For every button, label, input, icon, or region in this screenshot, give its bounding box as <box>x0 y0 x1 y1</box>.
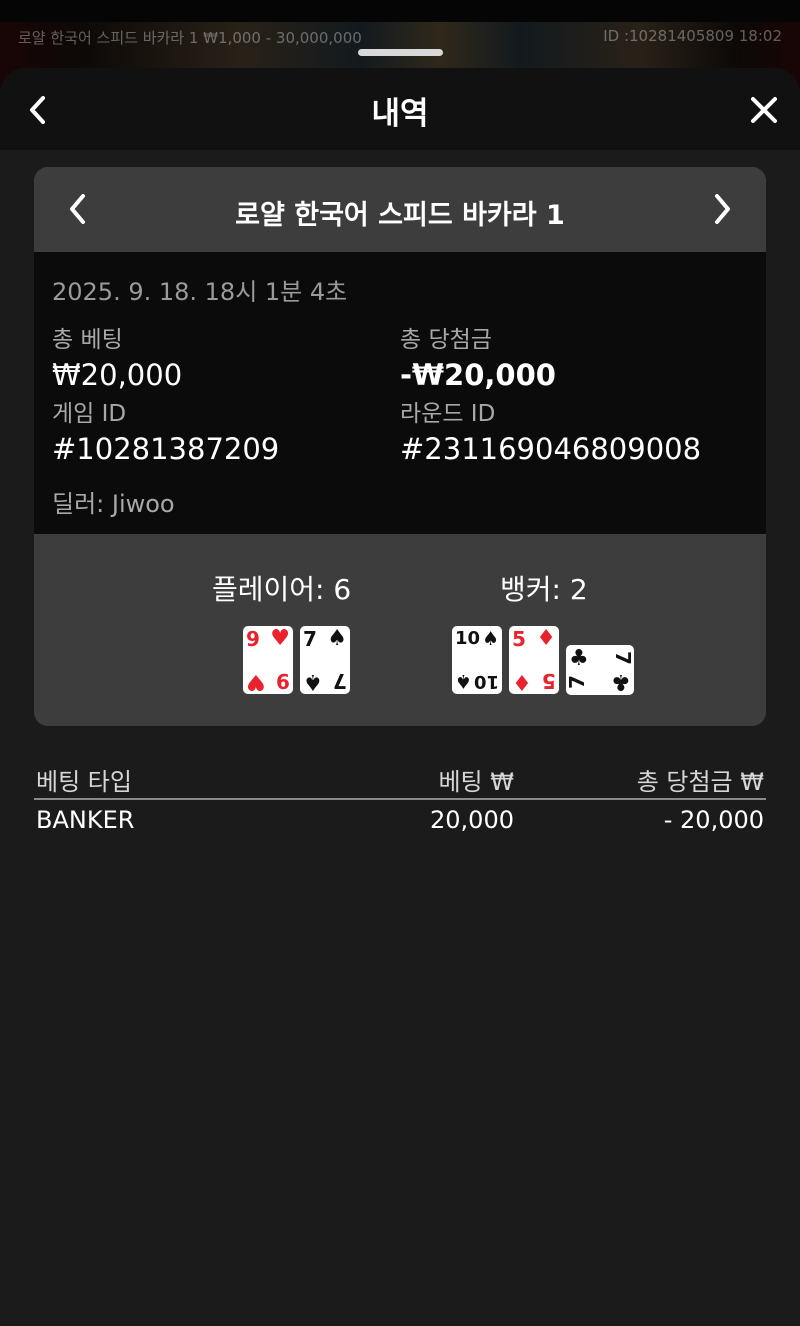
card-rank: 10 <box>473 671 499 692</box>
total-win-cell: - 20,000 <box>663 806 764 834</box>
spade-icon: ♠ <box>481 628 499 650</box>
round-info-text: ID :10281405809 18:02 <box>603 27 782 45</box>
close-button[interactable] <box>746 92 782 128</box>
game-navigation: 로얄 한국어 스피드 바카라 1 <box>34 167 766 252</box>
bet-type-cell: BANKER <box>36 806 135 834</box>
total-bet-label: 총 베팅 <box>52 327 123 353</box>
player-card-1: 9 ♥ ♥ 9 <box>243 626 293 694</box>
banker-score: 뱅커: 2 <box>500 573 588 606</box>
total-win: 총 당첨금 -₩20,000 <box>400 320 556 392</box>
bet-table-header: 베팅 타입 베팅 ₩ 총 당첨금 ₩ <box>34 758 766 800</box>
heart-icon: ♥ <box>246 669 266 694</box>
next-round-button[interactable] <box>704 191 740 227</box>
bet-amount-cell: 20,000 <box>430 806 514 834</box>
status-bar <box>0 0 800 22</box>
bet-table: 베팅 타입 베팅 ₩ 총 당첨금 ₩ BANKER 20,000 - 20,00… <box>34 758 766 842</box>
heart-icon: ♥ <box>270 626 290 651</box>
card-rank: 9 <box>276 669 290 693</box>
card-rank: 5 <box>512 627 526 651</box>
card-rank: 7 <box>611 651 636 665</box>
game-id-value: #10281387209 <box>52 432 280 466</box>
diamond-icon: ♦ <box>512 669 532 694</box>
total-win-label: 총 당첨금 <box>400 327 492 353</box>
dealer-name: 딜러: Jiwoo <box>52 490 175 518</box>
banker-card-3: ♣ 7 7 ♣ <box>564 645 636 695</box>
spade-icon: ♠ <box>327 626 347 651</box>
card-rank: 9 <box>246 627 260 651</box>
history-sheet: 내역 로얄 한국어 스피드 바카라 1 2025. 9. 18. 18시 1분 … <box>0 68 800 1326</box>
banker-card-1: 10 ♠ ♠ 10 <box>452 626 502 694</box>
card-rank: 7 <box>303 627 317 651</box>
header-total-win: 총 당첨금 ₩ <box>636 768 764 796</box>
card-rank: 7 <box>564 675 589 689</box>
table-info-text: 로얄 한국어 스피드 바카라 1 ₩1,000 - 30,000,000 <box>18 29 362 47</box>
card-rank: 5 <box>542 669 556 693</box>
game-id-label: 게임 ID <box>52 401 127 427</box>
close-icon <box>751 97 777 123</box>
spade-icon: ♠ <box>303 669 323 694</box>
sheet-title: 내역 <box>371 96 429 132</box>
chevron-right-icon <box>715 194 730 224</box>
table-row: BANKER 20,000 - 20,000 <box>34 800 766 842</box>
round-id-value: #231169046809008 <box>400 432 702 466</box>
spade-icon: ♠ <box>455 670 473 692</box>
total-win-value: -₩20,000 <box>400 358 556 392</box>
total-bet-value: ₩20,000 <box>52 358 183 392</box>
club-icon: ♣ <box>611 669 631 694</box>
card-rank: 7 <box>333 669 347 693</box>
game-id: 게임 ID #10281387209 <box>52 394 279 466</box>
header-bet-type: 베팅 타입 <box>36 768 132 796</box>
round-id-label: 라운드 ID <box>400 401 496 427</box>
banker-card-2: 5 ♦ ♦ 5 <box>509 626 559 694</box>
total-bet: 총 베팅 ₩20,000 <box>52 320 182 392</box>
sheet-header: 내역 <box>0 68 800 150</box>
round-detail-card: 로얄 한국어 스피드 바카라 1 2025. 9. 18. 18시 1분 4초 … <box>34 167 766 726</box>
round-info: 2025. 9. 18. 18시 1분 4초 총 베팅 ₩20,000 총 당첨… <box>34 252 766 534</box>
player-card-2: 7 ♠ ♠ 7 <box>300 626 350 694</box>
round-result: 플레이어: 6 뱅커: 2 9 ♥ ♥ 9 7 ♠ ♠ 7 10 ♠ ♠ 10 <box>34 534 766 726</box>
round-id: 라운드 ID #231169046809008 <box>400 394 701 466</box>
drag-handle[interactable] <box>358 49 443 56</box>
club-icon: ♣ <box>569 646 589 671</box>
game-name: 로얄 한국어 스피드 바카라 1 <box>235 200 565 231</box>
player-score: 플레이어: 6 <box>212 573 352 606</box>
header-bet-amount: 베팅 ₩ <box>438 768 514 796</box>
card-rank: 10 <box>455 628 481 649</box>
diamond-icon: ♦ <box>536 626 556 651</box>
round-datetime: 2025. 9. 18. 18시 1분 4초 <box>52 278 348 306</box>
